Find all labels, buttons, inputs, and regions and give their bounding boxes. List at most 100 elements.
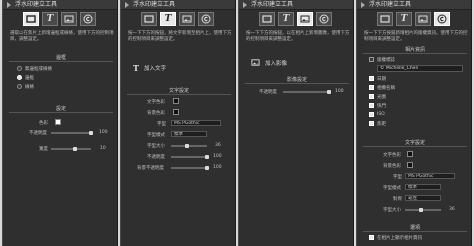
- bg-color-label: 背景色彩: [147, 111, 165, 116]
- panel-titlebar[interactable]: 浮水印建立工具: [239, 0, 353, 10]
- size-slider[interactable]: [51, 148, 91, 150]
- bg-opacity-slider-knob[interactable]: [205, 166, 209, 170]
- opacity-value: 100: [99, 130, 108, 135]
- tab-copyright[interactable]: [316, 12, 332, 26]
- font-size-slider[interactable]: [171, 145, 207, 147]
- opacity-slider-knob[interactable]: [89, 131, 93, 135]
- opacity-label: 不透明度: [259, 90, 277, 95]
- text-icon: T: [133, 63, 139, 73]
- add-image-button[interactable]: 加入影像: [251, 58, 287, 67]
- border-section-title: 邊框: [55, 55, 66, 61]
- image-icon: [182, 15, 192, 23]
- font-size-slider-knob[interactable]: [185, 144, 189, 148]
- tab-image[interactable]: [297, 12, 313, 26]
- text-color-label: 文字色彩: [147, 100, 165, 105]
- opacity-slider-knob[interactable]: [205, 155, 209, 159]
- shutter-checkbox[interactable]: [369, 103, 374, 108]
- add-image-label: 加入影像: [265, 60, 288, 67]
- shutter-label: 快門: [377, 104, 386, 109]
- radio-no-border[interactable]: [17, 66, 22, 71]
- font-size-label: 字型大小: [147, 144, 165, 149]
- aperture-checkbox[interactable]: [369, 94, 374, 99]
- tab-copyright[interactable]: [434, 12, 450, 26]
- opacity-slider[interactable]: [283, 91, 329, 93]
- tab-copyright[interactable]: [80, 12, 96, 26]
- size-slider-knob[interactable]: [73, 147, 77, 151]
- color-label: 色彩: [39, 121, 48, 126]
- tab-text[interactable]: T: [396, 12, 412, 26]
- tab-image[interactable]: [415, 12, 431, 26]
- divider: [9, 112, 113, 113]
- font-dropdown[interactable]: MS PGothic: [171, 120, 221, 126]
- divider: [363, 53, 467, 54]
- text-settings-title: 文字設定: [168, 88, 189, 94]
- tab-text[interactable]: T: [160, 12, 176, 26]
- panel-titlebar[interactable]: 浮水印建立工具: [121, 0, 235, 10]
- font-style-dropdown[interactable]: 標準: [171, 131, 207, 137]
- text-icon: T: [46, 13, 54, 24]
- font-dropdown[interactable]: MS PGothic: [405, 173, 455, 179]
- show-photo-info-checkbox[interactable]: [369, 235, 374, 240]
- aperture-label: 光圈: [377, 95, 386, 100]
- radio-line-label: 線條: [25, 85, 34, 90]
- collapse-arrow-icon[interactable]: [361, 2, 365, 8]
- add-text-button[interactable]: T 加入文字: [133, 63, 166, 73]
- tab-border[interactable]: [23, 12, 39, 26]
- color-swatch[interactable]: [55, 119, 61, 125]
- tab-border[interactable]: [259, 12, 275, 26]
- radio-border[interactable]: [17, 75, 22, 80]
- opacity-value: 100: [213, 154, 222, 159]
- focal-length-checkbox[interactable]: [369, 121, 374, 126]
- image-panel: 浮水印建立工具 T 按一下下方的按鈕，以在相片上新增圖像，使用下方的控制項目來調…: [238, 0, 354, 246]
- iso-checkbox[interactable]: [369, 112, 374, 117]
- settings-section-title: 設定: [55, 106, 66, 112]
- border-icon: [144, 15, 154, 23]
- camera-name-checkbox[interactable]: [369, 85, 374, 90]
- opacity-slider[interactable]: [171, 156, 207, 158]
- tool-tabs: T: [23, 12, 96, 26]
- align-dropdown[interactable]: 靠左: [405, 195, 441, 201]
- font-size-slider[interactable]: [405, 209, 441, 211]
- collapse-arrow-icon[interactable]: [243, 2, 247, 8]
- font-size-slider-knob[interactable]: [419, 208, 423, 212]
- font-style-label: 字型樣式: [383, 186, 401, 191]
- size-label: 寬度: [39, 147, 48, 152]
- camera-name-label: 相機名稱: [377, 86, 395, 91]
- copyright-input[interactable]: © Michelle_Chen: [377, 65, 463, 72]
- opacity-slider[interactable]: [51, 132, 91, 134]
- font-style-label: 字型樣式: [147, 133, 165, 138]
- text-color-label: 文字色彩: [383, 153, 401, 158]
- bg-color-swatch[interactable]: [407, 162, 413, 168]
- image-icon: [64, 15, 74, 23]
- radio-line[interactable]: [17, 84, 22, 89]
- divider: [9, 61, 113, 62]
- tab-image[interactable]: [61, 12, 77, 26]
- opacity-slider-knob[interactable]: [327, 90, 331, 94]
- align-label: 對齊: [393, 197, 402, 202]
- bg-opacity-slider[interactable]: [171, 167, 207, 169]
- bg-color-swatch[interactable]: [173, 109, 179, 115]
- tab-text[interactable]: T: [278, 12, 294, 26]
- tab-text[interactable]: T: [42, 12, 58, 26]
- radio-border-label: 邊框: [25, 76, 34, 81]
- border-icon: [26, 15, 36, 23]
- collapse-arrow-icon[interactable]: [7, 2, 11, 8]
- copyright-checkbox[interactable]: [369, 57, 374, 62]
- collapse-arrow-icon[interactable]: [125, 2, 129, 8]
- font-style-dropdown[interactable]: 標準: [405, 184, 441, 190]
- copyright-panel: 浮水印建立工具 T 按一下下方按鈕新增相片的版權資訊。使用下方的控制項目來調整設…: [356, 0, 472, 246]
- text-color-swatch[interactable]: [173, 98, 179, 104]
- image-icon: [300, 15, 310, 23]
- tab-image[interactable]: [179, 12, 195, 26]
- panel-titlebar[interactable]: 浮水印建立工具: [3, 0, 117, 10]
- tab-copyright[interactable]: [198, 12, 214, 26]
- panel-description: 按一下下方的按鈕，將文字新增至相片上，使用下方的控制項目來調整設定。: [128, 31, 232, 42]
- add-text-label: 加入文字: [143, 66, 166, 72]
- tab-border[interactable]: [377, 12, 393, 26]
- panel-titlebar[interactable]: 浮水印建立工具: [357, 0, 471, 10]
- border-panel: 浮水印建立工具 T 選取以在焦片上新增邊框或線條，使用下方的控制項目，調整設定。…: [2, 0, 118, 246]
- copyright-label: 版權標誌: [377, 58, 395, 63]
- text-color-swatch[interactable]: [407, 151, 413, 157]
- tab-border[interactable]: [141, 12, 157, 26]
- date-checkbox[interactable]: [369, 76, 374, 81]
